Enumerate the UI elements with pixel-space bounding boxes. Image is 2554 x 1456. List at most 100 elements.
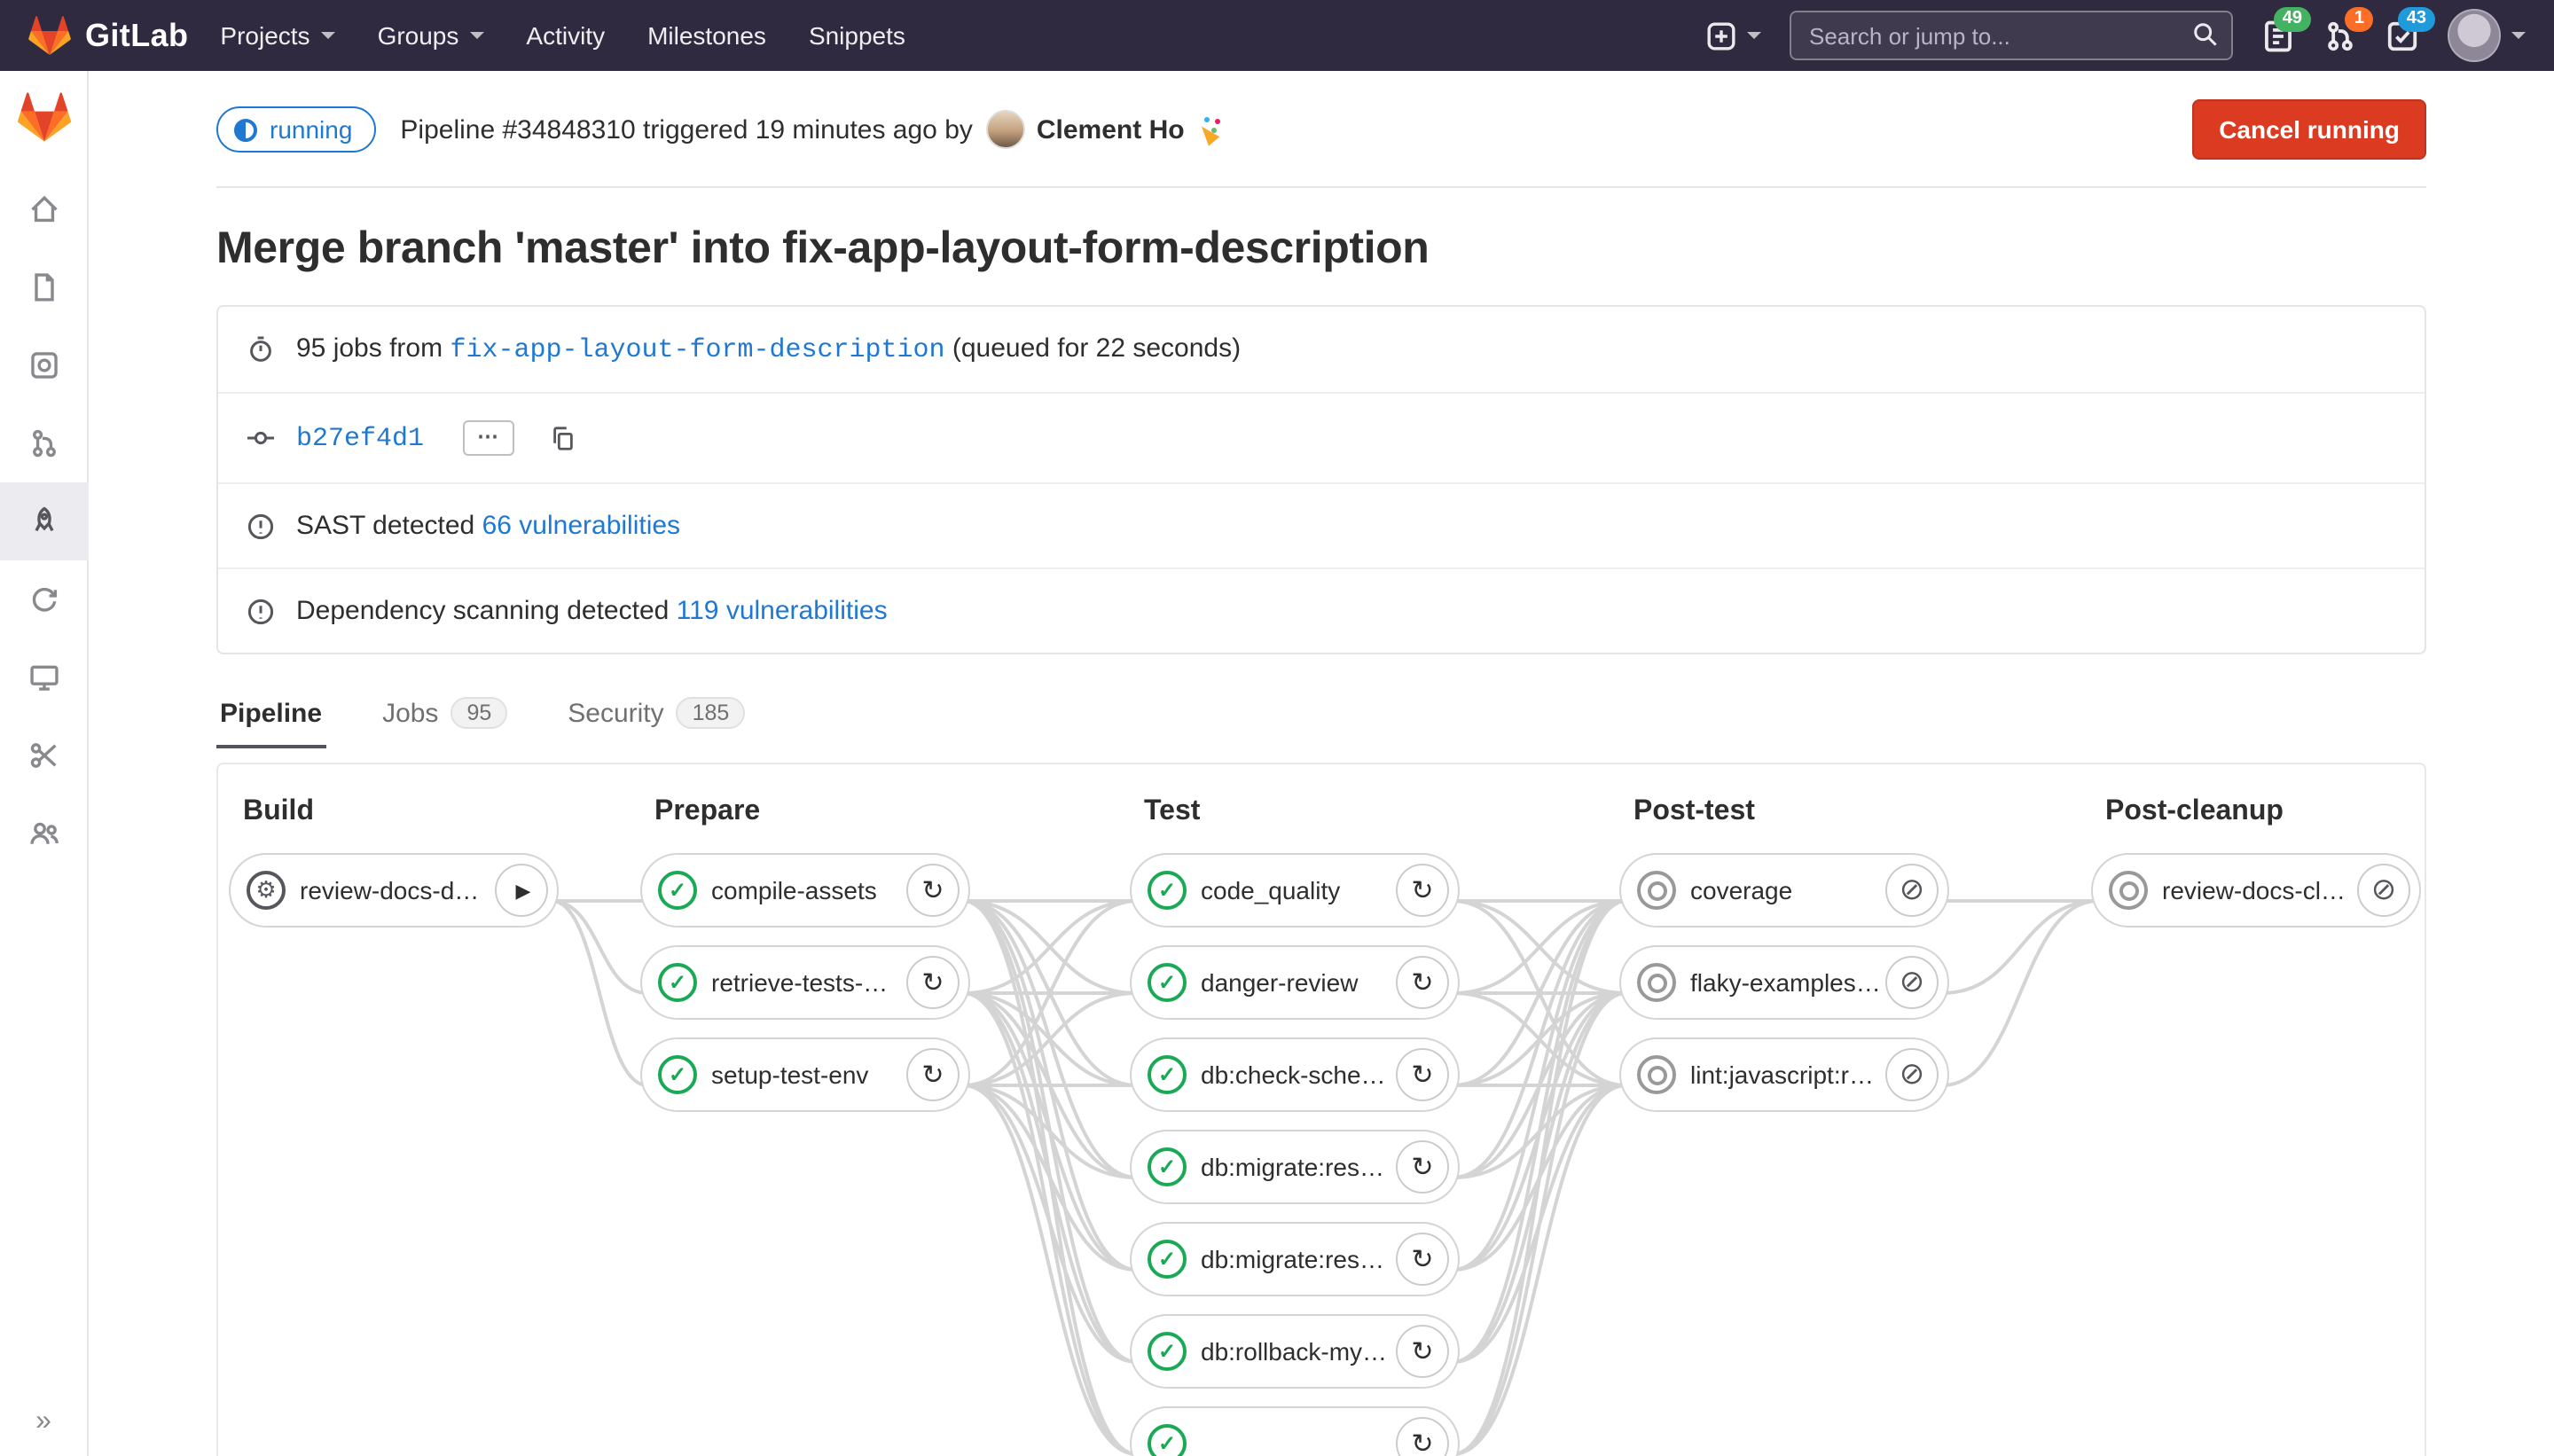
job-pill[interactable]: ✓danger-review↻	[1130, 945, 1460, 1020]
dependency-vulnerabilities-link[interactable]: 119 vulnerabilities	[677, 596, 888, 626]
job-label: review-docs-cl…	[2162, 876, 2350, 904]
nav-snippets[interactable]: Snippets	[809, 21, 905, 50]
job-pill[interactable]: ✓setup-test-env↻	[640, 1037, 970, 1112]
chevron-down-icon	[321, 32, 335, 39]
rocket-icon	[27, 505, 59, 537]
sidebar-item-home[interactable]	[0, 170, 88, 248]
pipeline-trigger-text: Pipeline #34848310 triggered 19 minutes …	[400, 114, 972, 145]
retry-button[interactable]: ↻	[906, 956, 960, 1009]
job-pill[interactable]: ✓↻	[1130, 1406, 1460, 1456]
job-pill[interactable]: review-docs-cl…⊘	[2091, 853, 2421, 928]
retry-button[interactable]: ↻	[1396, 1048, 1449, 1101]
new-menu-button[interactable]	[1706, 20, 1761, 51]
job-label: db:rollback-my…	[1201, 1337, 1389, 1366]
tab-pipeline[interactable]: Pipeline	[216, 699, 325, 748]
cancel-button[interactable]: ⊘	[1885, 1048, 1939, 1101]
branch-link[interactable]: fix-app-layout-form-description	[450, 335, 944, 365]
tab-security[interactable]: Security185	[564, 697, 748, 748]
nav-activity[interactable]: Activity	[526, 21, 605, 50]
retry-button[interactable]: ↻	[1396, 1140, 1449, 1194]
gitlab-tanuki-icon	[28, 16, 71, 55]
retry-button[interactable]: ↻	[906, 864, 960, 917]
cancel-running-button[interactable]: Cancel running	[2192, 99, 2426, 160]
timer-icon	[247, 335, 275, 364]
sidebar-item-operations[interactable]	[0, 560, 88, 638]
gitlab-home-link[interactable]: GitLab	[28, 16, 188, 55]
sidebar-item-merge-requests[interactable]	[0, 404, 88, 482]
sidebar-item-snippets[interactable]	[0, 716, 88, 795]
loop-icon	[27, 583, 59, 615]
status-success-icon: ✓	[1148, 1424, 1187, 1456]
status-created-icon	[1637, 963, 1676, 1002]
retry-button[interactable]: ↻	[1396, 1325, 1449, 1378]
sidebar-item-members[interactable]	[0, 795, 88, 873]
job-pill[interactable]: ✓compile-assets↻	[640, 853, 970, 928]
status-manual-icon: ⚙	[247, 871, 286, 910]
job-label: db:check-sche…	[1201, 1061, 1389, 1089]
play-button[interactable]: ▶	[495, 864, 548, 917]
scissors-icon	[27, 740, 59, 771]
tab-jobs[interactable]: Jobs95	[379, 697, 511, 748]
sidebar-item-cicd[interactable]	[0, 482, 88, 560]
retry-button[interactable]: ↻	[1396, 956, 1449, 1009]
issue-board-icon	[27, 349, 59, 381]
status-success-icon: ✓	[658, 871, 697, 910]
commit-expand-button[interactable]: ⋯	[463, 420, 514, 456]
sidebar-collapse-button[interactable]: »	[35, 1406, 51, 1438]
stage-column: Build ⚙review-docs-d…▶	[229, 764, 559, 945]
job-pill[interactable]: ✓code_quality↻	[1130, 853, 1460, 928]
job-pill[interactable]: lint:javascript:r…⊘	[1619, 1037, 1949, 1112]
user-menu-button[interactable]	[2448, 9, 2526, 62]
todos-button[interactable]: 43	[2386, 19, 2419, 52]
page-title: Merge branch 'master' into fix-app-layou…	[216, 223, 2426, 275]
sast-vulnerabilities-link[interactable]: 66 vulnerabilities	[482, 511, 680, 541]
retry-button[interactable]: ↻	[1396, 1417, 1449, 1456]
sidebar-item-repository[interactable]	[0, 248, 88, 326]
copy-sha-button[interactable]	[550, 425, 576, 451]
sast-text: SAST detected 66 vulnerabilities	[296, 511, 680, 541]
author-name[interactable]: Clement Ho	[1037, 114, 1185, 145]
nav-projects[interactable]: Projects	[220, 21, 334, 50]
stage-title: Build	[243, 796, 559, 828]
job-pill[interactable]: ✓ db:rollback-my…↻	[1130, 1314, 1460, 1389]
commit-row: b27ef4d1 ⋯	[218, 392, 2425, 482]
commit-sha-link[interactable]: b27ef4d1	[296, 423, 424, 453]
chevron-down-icon	[1747, 32, 1761, 39]
status-success-icon: ✓	[1148, 1147, 1187, 1186]
retry-button[interactable]: ↻	[906, 1048, 960, 1101]
project-tanuki-icon[interactable]	[17, 92, 70, 142]
retry-button[interactable]: ↻	[1396, 1233, 1449, 1286]
sidebar-item-environments[interactable]	[0, 638, 88, 716]
nav-groups[interactable]: Groups	[378, 21, 484, 50]
brand-name: GitLab	[85, 17, 188, 54]
issues-dashboard-button[interactable]: 49	[2261, 19, 2295, 52]
chevron-down-icon	[2511, 32, 2526, 39]
search-input[interactable]	[1790, 11, 2233, 60]
job-pill[interactable]: ⚙review-docs-d…▶	[229, 853, 559, 928]
sidebar-item-issues[interactable]	[0, 326, 88, 404]
job-pill[interactable]: ✓db:check-sche…↻	[1130, 1037, 1460, 1112]
job-pill[interactable]: ✓retrieve-tests-…↻	[640, 945, 970, 1020]
author-avatar[interactable]	[987, 110, 1026, 149]
job-pill[interactable]: flaky-examples…⊘	[1619, 945, 1949, 1020]
cancel-button[interactable]: ⊘	[1885, 956, 1939, 1009]
pipeline-summary-box: 95 jobs from fix-app-layout-form-descrip…	[216, 305, 2426, 654]
chevron-down-icon	[469, 32, 483, 39]
merge-requests-button[interactable]: 1	[2323, 19, 2357, 52]
retry-button[interactable]: ↻	[1396, 864, 1449, 917]
monitor-icon	[27, 661, 59, 693]
cancel-button[interactable]: ⊘	[2357, 864, 2410, 917]
gitlab-app: GitLab Projects Groups Activity Mileston…	[0, 0, 2554, 1456]
file-icon	[27, 271, 59, 303]
home-icon	[27, 193, 59, 225]
status-success-icon: ✓	[1148, 963, 1187, 1002]
nav-milestones[interactable]: Milestones	[647, 21, 766, 50]
navbar-right: 49 1 43	[1706, 9, 2526, 62]
status-badge[interactable]: running	[216, 106, 375, 153]
cancel-button[interactable]: ⊘	[1885, 864, 1939, 917]
jobs-summary-text: 95 jobs from fix-app-layout-form-descrip…	[296, 333, 1241, 365]
job-pill[interactable]: coverage⊘	[1619, 853, 1949, 928]
job-pill[interactable]: ✓db:migrate:res…↻	[1130, 1222, 1460, 1296]
job-pill[interactable]: ✓db:migrate:res…↻	[1130, 1130, 1460, 1204]
status-success-icon: ✓	[1148, 1332, 1187, 1371]
